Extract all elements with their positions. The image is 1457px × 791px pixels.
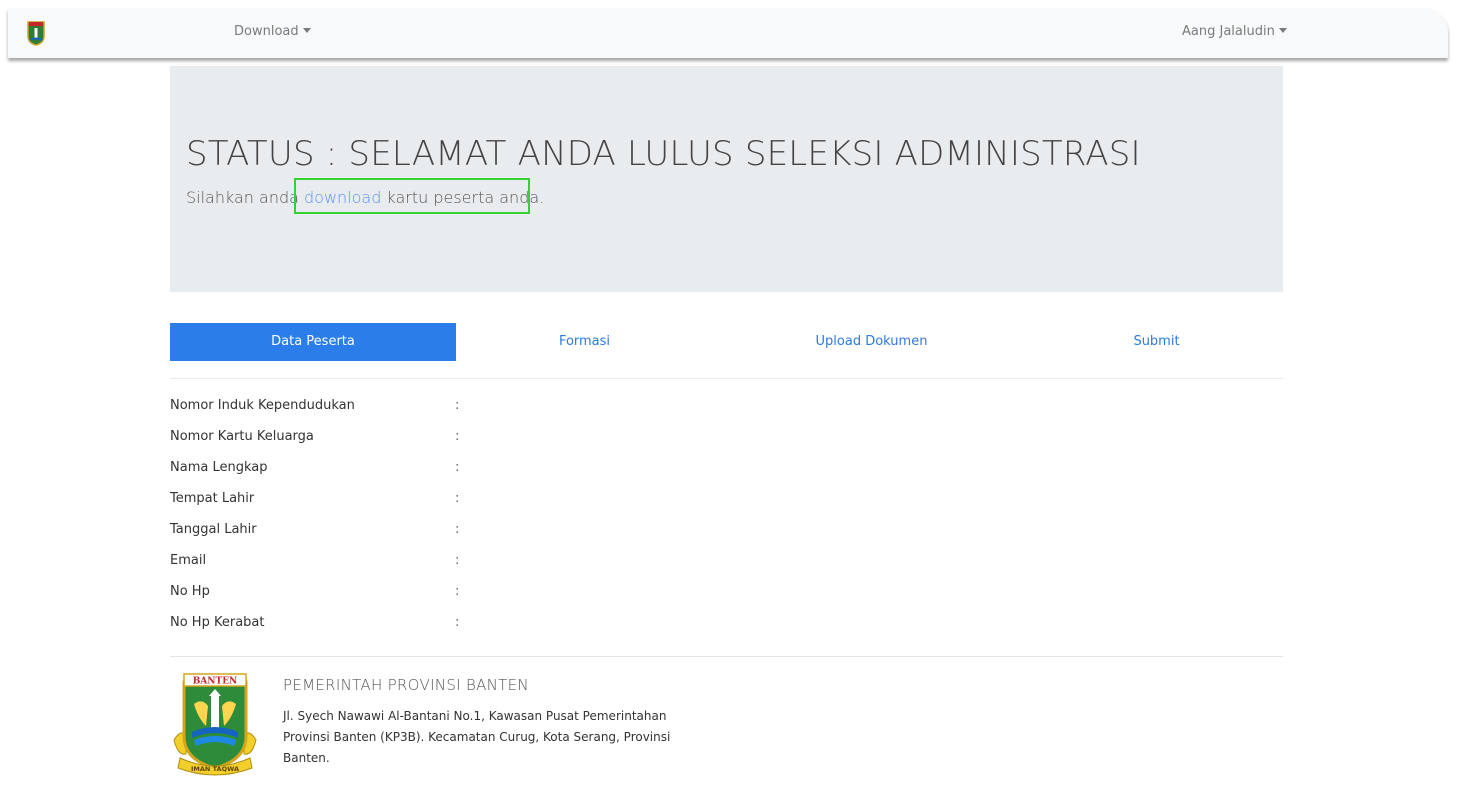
field-separator: :: [455, 398, 460, 413]
highlight-box: [294, 178, 530, 214]
field-separator: :: [455, 584, 460, 599]
banten-emblem-icon: BANTEN IMAN TAQWA: [173, 673, 257, 776]
field-label: No Hp Kerabat: [170, 615, 265, 630]
top-navbar: Download Aang Jalaludin: [8, 8, 1448, 58]
field-label: Nomor Induk Kependudukan: [170, 398, 355, 413]
footer-address: Jl. Syech Nawawi Al-Bantani No.1, Kawasa…: [283, 709, 671, 765]
field-separator: :: [455, 615, 460, 630]
field-separator: :: [455, 429, 460, 444]
tab-formasi[interactable]: Formasi: [456, 323, 713, 361]
field-separator: :: [455, 460, 460, 475]
user-dropdown[interactable]: Aang Jalaludin: [1182, 24, 1287, 39]
field-separator: :: [455, 491, 460, 506]
tab-upload-dokumen[interactable]: Upload Dokumen: [713, 323, 1030, 361]
tab-data-peserta[interactable]: Data Peserta: [170, 323, 456, 361]
download-dropdown[interactable]: Download: [234, 24, 311, 39]
status-title: STATUS : SELAMAT ANDA LULUS SELEKSI ADMI…: [186, 134, 1141, 174]
user-name: Aang Jalaludin: [1182, 24, 1275, 39]
status-jumbotron: STATUS : SELAMAT ANDA LULUS SELEKSI ADMI…: [170, 66, 1283, 292]
caret-down-icon: [1278, 28, 1287, 33]
step-tabs: Data Peserta Formasi Upload Dokumen Subm…: [170, 323, 1283, 361]
emblem-bottom-text: IMAN TAQWA: [191, 765, 239, 773]
field-separator: :: [455, 522, 460, 537]
emblem-top-text: BANTEN: [193, 677, 238, 687]
field-label: Email: [170, 553, 207, 568]
field-label: Nama Lengkap: [170, 460, 268, 475]
footer-title: PEMERINTAH PROVINSI BANTEN: [283, 676, 529, 694]
download-dropdown-label: Download: [234, 24, 299, 39]
field-label: Tanggal Lahir: [170, 522, 257, 537]
caret-down-icon: [302, 28, 311, 33]
footer-divider: [170, 656, 1283, 657]
banten-emblem-icon[interactable]: [26, 20, 46, 46]
field-label: Tempat Lahir: [170, 491, 255, 506]
field-label: No Hp: [170, 584, 210, 599]
field-separator: :: [455, 553, 460, 568]
tab-submit[interactable]: Submit: [1030, 323, 1283, 361]
divider: [170, 378, 1283, 379]
field-label: Nomor Kartu Keluarga: [170, 429, 314, 444]
status-sub-before: Silahkan anda: [186, 188, 304, 207]
